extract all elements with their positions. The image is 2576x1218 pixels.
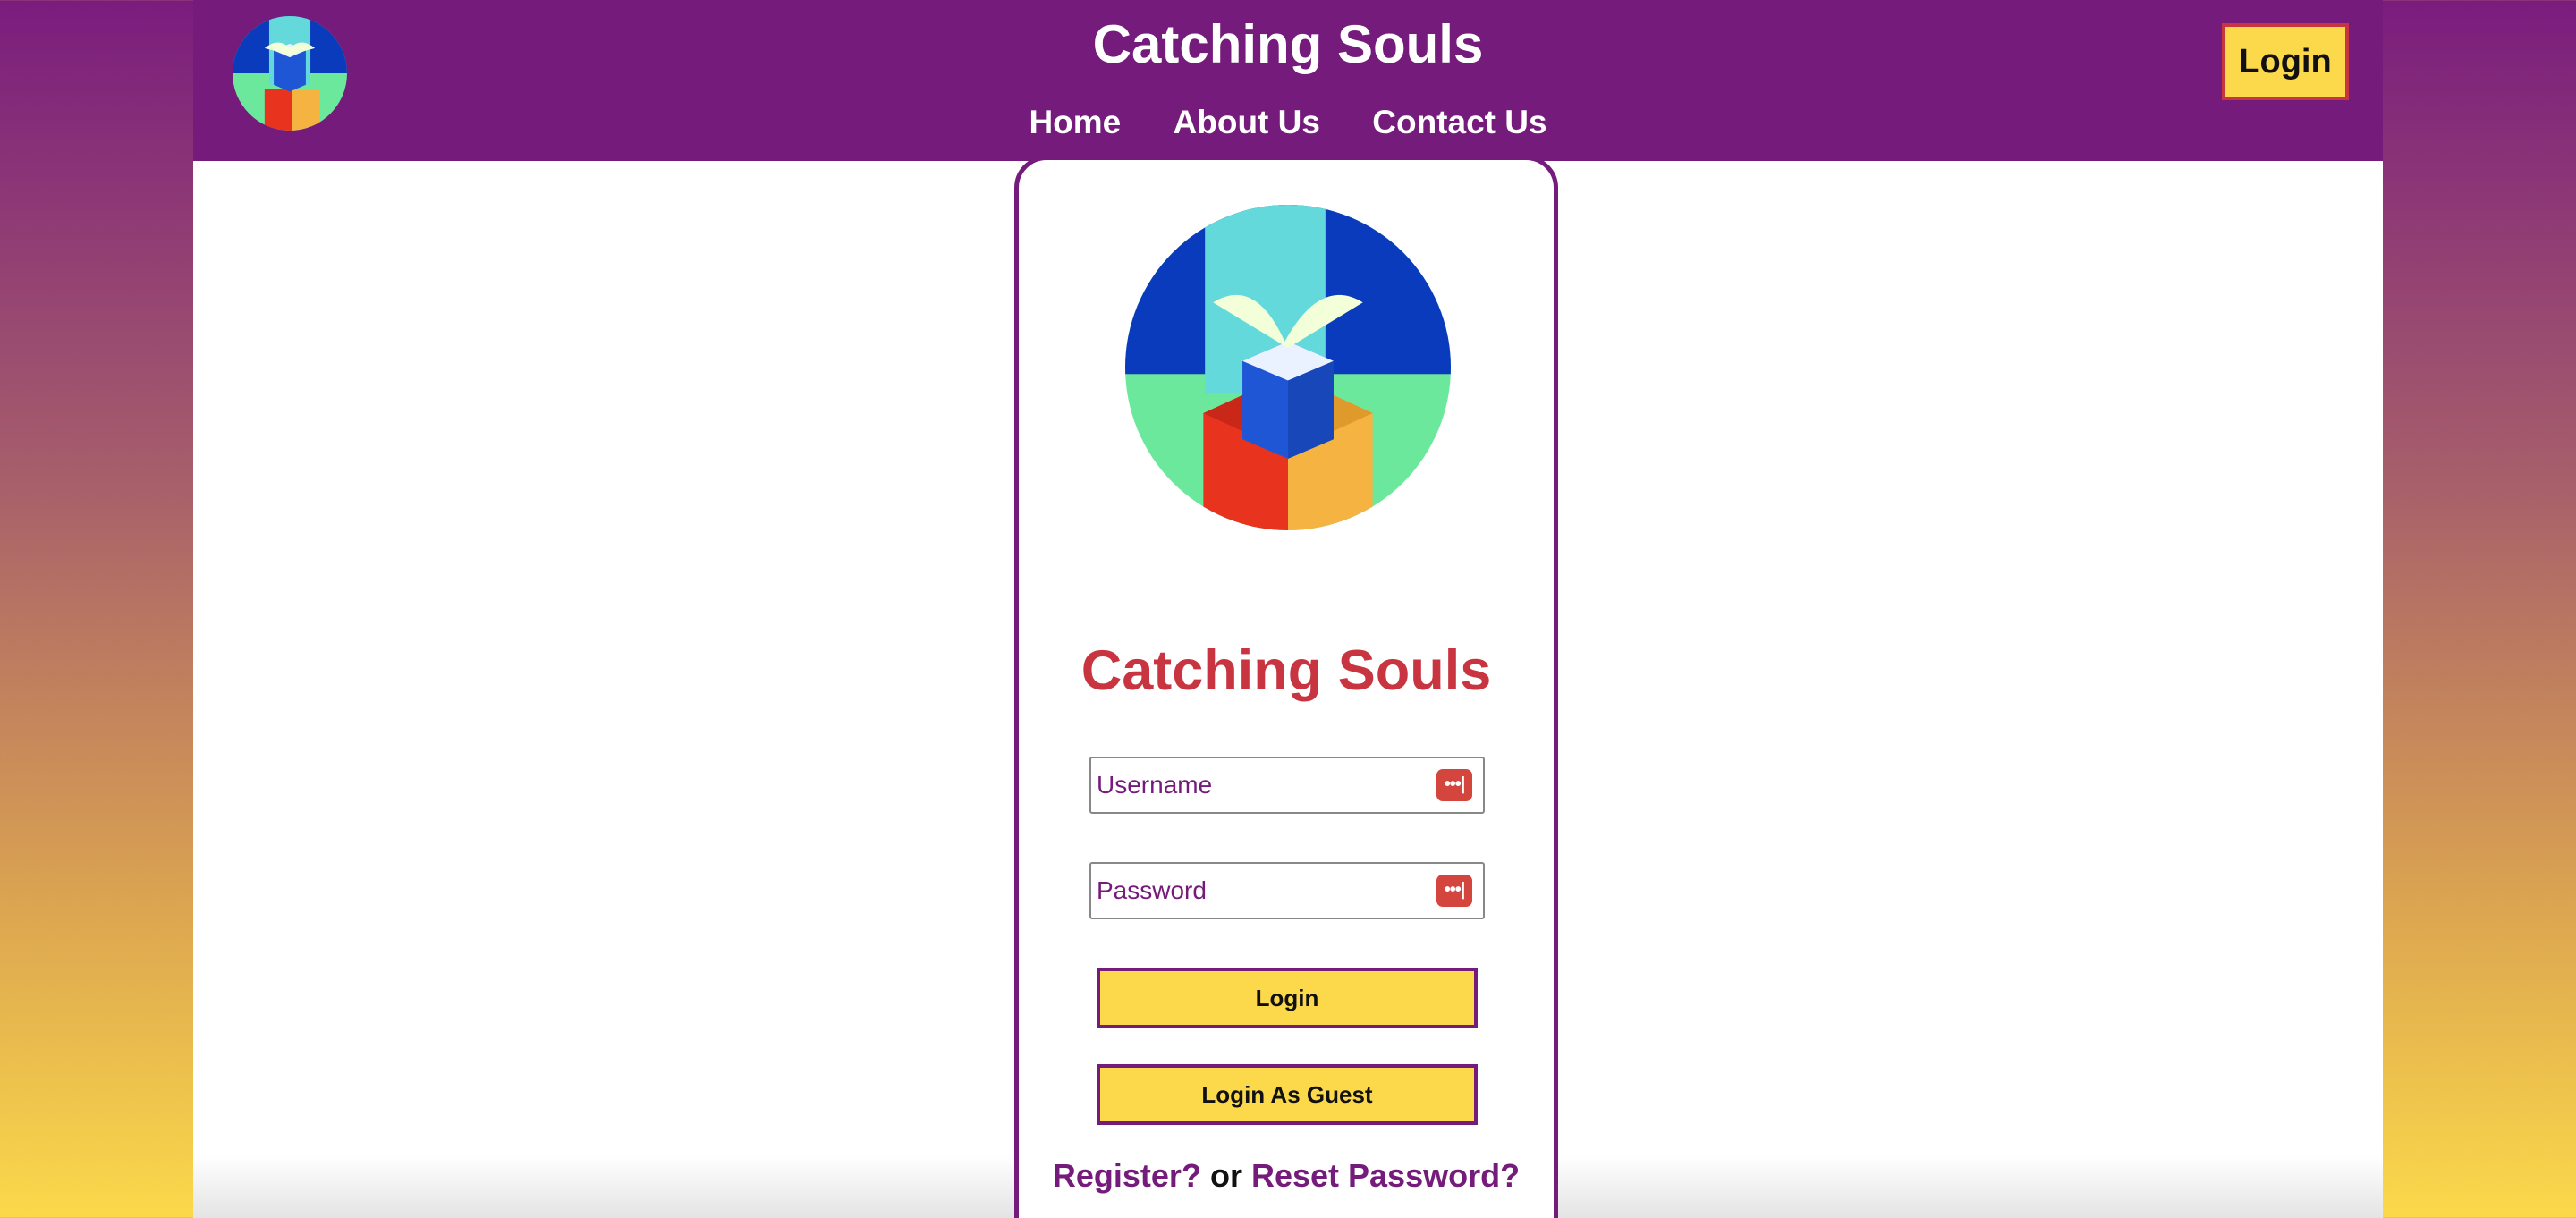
password-input[interactable] [1097, 864, 1428, 918]
header-login-button[interactable]: Login [2222, 23, 2349, 100]
password-field[interactable]: •••| [1089, 862, 1485, 919]
site-title: Catching Souls [1092, 14, 1484, 74]
username-field[interactable]: •••| [1089, 757, 1485, 814]
password-manager-key-icon[interactable]: •••| [1436, 875, 1472, 907]
register-link[interactable]: Register? [1053, 1157, 1201, 1194]
login-button[interactable]: Login [1097, 968, 1478, 1028]
main-nav: Home About Us Contact Us [193, 104, 2383, 141]
reset-password-link[interactable]: Reset Password? [1251, 1157, 1520, 1194]
account-links: Register? or Reset Password? [1014, 1157, 1558, 1195]
username-input[interactable] [1097, 758, 1428, 812]
password-manager-key-icon[interactable]: •••| [1436, 769, 1472, 801]
nav-contact-us-link[interactable]: Contact Us [1372, 104, 1546, 140]
catching-souls-logo-icon [1125, 205, 1451, 530]
or-text: or [1209, 1157, 1242, 1194]
login-as-guest-button[interactable]: Login As Guest [1097, 1064, 1478, 1125]
nav-home-link[interactable]: Home [1029, 104, 1121, 140]
login-card-title: Catching Souls [1080, 639, 1492, 702]
nav-about-us-link[interactable]: About Us [1174, 104, 1320, 140]
site-header: Catching Souls Home About Us Contact Us … [193, 0, 2383, 161]
